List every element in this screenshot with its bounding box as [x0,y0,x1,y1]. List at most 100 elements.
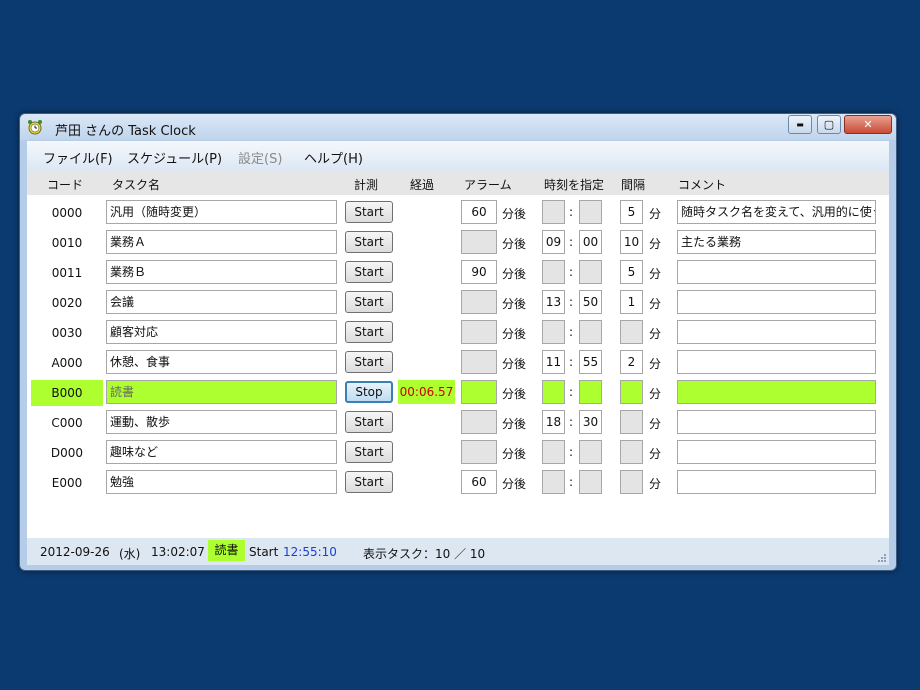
hour-field[interactable] [542,470,565,494]
task-name-field[interactable]: 業務Ａ [106,230,337,254]
start-button[interactable]: Start [345,291,393,313]
comment-field[interactable] [677,410,876,434]
minute-field[interactable] [579,320,602,344]
start-button[interactable]: Start [345,201,393,223]
task-name-field[interactable]: 運動、散歩 [106,410,337,434]
start-button[interactable]: Start [345,261,393,283]
minimize-button[interactable]: ▬ [788,115,812,134]
interval-field[interactable]: 1 [620,290,643,314]
interval-field[interactable]: 10 [620,230,643,254]
start-button[interactable]: Start [345,411,393,433]
title-bar[interactable]: 芦田 さんの Task Clock ▬ ▢ ✕ [20,114,896,140]
minute-field[interactable] [579,380,602,404]
hour-field[interactable] [542,200,565,224]
status-start-time: 12:55:10 [283,545,337,559]
task-code: 0010 [51,236,83,250]
maximize-button[interactable]: ▢ [817,115,841,134]
start-button[interactable]: Start [345,321,393,343]
interval-field[interactable]: 5 [620,260,643,284]
menu-settings[interactable]: 設定(S) [238,148,282,167]
hour-field[interactable] [542,260,565,284]
task-row: D000 趣味など Start 分後: 分 [27,440,889,470]
task-name-field[interactable]: 休憩、食事 [106,350,337,374]
task-name-field[interactable]: 汎用（随時変更） [106,200,337,224]
comment-field[interactable]: 主たる業務 [677,230,876,254]
start-button[interactable]: Start [345,441,393,463]
interval-field[interactable]: 5 [620,200,643,224]
interval-field[interactable] [620,410,643,434]
alarm-minutes-field[interactable] [461,290,497,314]
comment-field[interactable] [677,380,876,404]
comment-field[interactable] [677,260,876,284]
alarm-minutes-field[interactable] [461,230,497,254]
status-time: 13:02:07 [151,545,205,559]
status-current-task: 読書 [208,540,245,561]
comment-field[interactable] [677,440,876,464]
hour-field[interactable] [542,320,565,344]
minute-field[interactable] [579,260,602,284]
minute-field[interactable]: 00 [579,230,602,254]
comment-field[interactable] [677,320,876,344]
hour-field[interactable]: 18 [542,410,565,434]
comment-field[interactable] [677,350,876,374]
interval-unit-label: 分 [649,267,662,281]
task-row: 0010 業務Ａ Start 分後 09:00 10 分主たる業務 [27,230,889,260]
task-name-field[interactable]: 会議 [106,290,337,314]
interval-field[interactable] [620,320,643,344]
close-button[interactable]: ✕ [844,115,892,134]
status-date: 2012-09-26 [40,545,110,559]
alarm-minutes-field[interactable]: 60 [461,200,497,224]
task-name-field[interactable]: 顧客対応 [106,320,337,344]
minute-field[interactable] [579,470,602,494]
hour-field[interactable]: 11 [542,350,565,374]
task-name-field[interactable]: 業務Ｂ [106,260,337,284]
time-separator: : [569,415,574,429]
task-name-field[interactable]: 勉強 [106,470,337,494]
comment-field[interactable] [677,290,876,314]
elapsed-time: 00:06.57 [398,380,455,404]
alarm-minutes-field[interactable] [461,440,497,464]
alarm-unit-label: 分後 [502,417,527,431]
interval-field[interactable]: 2 [620,350,643,374]
alarm-minutes-field[interactable] [461,410,497,434]
task-code: A000 [51,356,83,370]
hour-field[interactable] [542,440,565,464]
task-name-field[interactable]: 趣味など [106,440,337,464]
interval-unit-label: 分 [649,237,662,251]
comment-field[interactable]: 随時タスク名を変えて、汎用的に使う [677,200,876,224]
interval-field[interactable] [620,470,643,494]
alarm-minutes-field[interactable] [461,350,497,374]
alarm-minutes-field[interactable]: 90 [461,260,497,284]
interval-field[interactable] [620,380,643,404]
menu-file[interactable]: ファイル(F) [43,148,113,167]
alarm-minutes-field[interactable] [461,320,497,344]
window-title: 芦田 さんの Task Clock [55,124,196,139]
interval-unit-label: 分 [649,447,662,461]
minute-field[interactable] [579,440,602,464]
minute-field[interactable]: 30 [579,410,602,434]
minute-field[interactable]: 50 [579,290,602,314]
hour-field[interactable]: 09 [542,230,565,254]
time-separator: : [569,295,574,309]
start-button[interactable]: Start [345,471,393,493]
comment-field[interactable] [677,470,876,494]
menu-help[interactable]: ヘルプ(H) [304,148,363,167]
alarm-minutes-field[interactable] [461,380,497,404]
hour-field[interactable] [542,380,565,404]
header-time-spec: 時刻を指定 [544,178,605,192]
start-button[interactable]: Start [345,351,393,373]
start-button[interactable]: Start [345,231,393,253]
minute-field[interactable]: 55 [579,350,602,374]
task-name-field[interactable]: 読書 [106,380,337,404]
resize-grip-icon[interactable] [877,553,887,563]
stop-button[interactable]: Stop [345,381,393,403]
task-code: D000 [50,446,84,460]
alarm-minutes-field[interactable]: 60 [461,470,497,494]
hour-field[interactable]: 13 [542,290,565,314]
time-separator: : [569,445,574,459]
header-comment: コメント [678,178,727,192]
minute-field[interactable] [579,200,602,224]
menu-schedule[interactable]: スケジュール(P) [127,148,222,167]
interval-field[interactable] [620,440,643,464]
time-separator: : [569,355,574,369]
